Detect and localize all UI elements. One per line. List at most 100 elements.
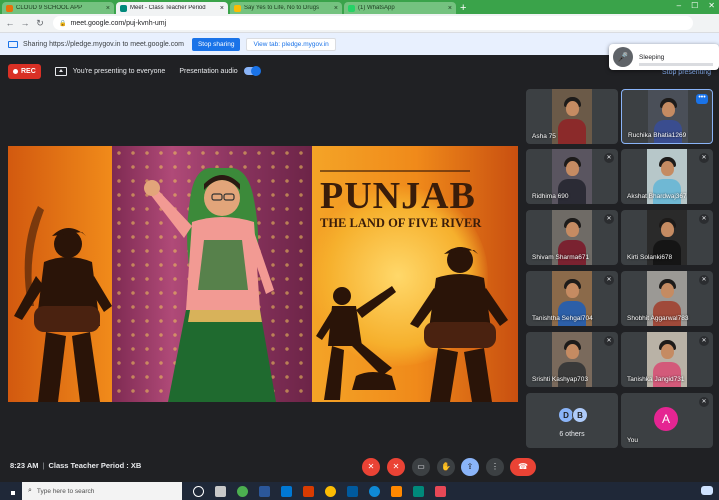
tab-close-icon[interactable]: × [448,5,452,12]
participant-face [661,161,674,176]
stop-presenting-button[interactable]: Stop presenting [662,69,711,76]
mic-toggle-button[interactable]: ✕ [362,458,380,476]
participant-tile[interactable]: ✕ Kirti Solanki678 [621,210,713,265]
tab-label: Meet - Class Teacher Period [130,5,206,11]
participant-tile[interactable]: ✕ Tanishtha Sehgal704 [526,271,618,326]
participant-face [662,102,675,117]
others-tile[interactable]: D B 6 others [526,393,618,448]
maximize-icon[interactable]: ☐ [691,0,698,12]
camera-toggle-button[interactable]: ✕ [387,458,405,476]
tile-options-icon[interactable]: ••• [696,94,708,104]
leave-call-button[interactable]: ☎ [510,458,536,476]
microphone-icon: 🎤 [613,47,633,67]
cortana-icon[interactable] [193,485,204,497]
presenting-text: You're presenting to everyone [72,67,166,75]
dhol-player-right-silhouette [410,247,508,402]
onedrive-icon[interactable] [701,486,713,495]
url-field[interactable]: 🔒 meet.google.com/puj-kvnh-umj [53,16,693,30]
participant-body [653,240,681,265]
participant-tile[interactable]: ••• Ruchika Bhatia1269 [621,89,713,144]
vlc-icon[interactable] [391,485,402,497]
mic-off-icon: ✕ [604,275,614,285]
close-window-icon[interactable]: ✕ [708,0,715,12]
browser-tab[interactable]: CLOUD 9 SCHOOL APP × [2,2,114,14]
photos-icon[interactable] [303,485,314,497]
view-tab-button[interactable]: View tab: pledge.mygov.in [246,37,336,51]
taskbar-search-box[interactable]: ⌕ Type here to search [22,482,182,500]
participant-body [558,301,586,326]
rec-label: REC [21,67,36,75]
tab-label: (1) WhatsApp [358,5,395,11]
new-tab-button[interactable]: + [460,2,466,14]
word-icon[interactable] [259,485,270,497]
sleep-status-text: Sleeping [639,53,665,61]
participant-tile[interactable]: ✕ Shivam Sharma671 [526,210,618,265]
participant-face [661,344,674,359]
browser-tab-strip: CLOUD 9 SCHOOL APP × Meet - Class Teacher … [0,0,719,14]
participant-face [566,101,579,116]
present-screen-icon [54,66,67,76]
participant-tile[interactable]: ✕ Shobhit Aggarwal783 [621,271,713,326]
browser-tab[interactable]: (1) WhatsApp × [344,2,456,14]
tab-close-icon[interactable]: × [334,5,338,12]
presentation-view: PUNJAB THE LAND OF FIVE RIVER [8,146,518,402]
sleep-status-widget[interactable]: 🎤 Sleeping [609,44,719,70]
chrome-icon-2[interactable] [325,485,336,497]
self-avatar: A [654,407,678,431]
presentation-audio-toggle[interactable] [243,66,261,76]
browser-tab[interactable]: Say Yes to Life, No to Drugs × [230,2,342,14]
presentation-title: PUNJAB [320,175,476,217]
participant-body [558,362,586,387]
reload-icon[interactable]: ↻ [34,18,46,29]
taskbar-apps [182,485,446,497]
presentation-subtitle: THE LAND OF FIVE RIVER [320,216,482,230]
meeting-info: 8:23 AM | Class Teacher Period : XB [10,461,141,470]
store-icon[interactable] [435,485,446,497]
present-now-button[interactable]: ⇪ [461,458,479,476]
meet-icon[interactable] [413,485,424,497]
url-text: meet.google.com/puj-kvnh-umj [70,19,167,27]
task-view-icon[interactable] [215,485,226,497]
minimize-icon[interactable]: – [677,0,681,12]
lock-icon: 🔒 [59,20,67,27]
participant-name: Kirti Solanki678 [627,254,673,261]
media-icon[interactable] [347,485,358,497]
chrome-icon[interactable] [237,485,248,497]
mic-off-icon: ✕ [604,153,614,163]
tab-close-icon[interactable]: × [220,5,224,12]
stop-sharing-button[interactable]: Stop sharing [191,37,241,51]
participant-tile[interactable]: ✕ Srishti Kashyap703 [526,332,618,387]
participant-name: Shobhit Aggarwal783 [627,315,689,322]
dancer-figure [144,167,276,402]
captions-button[interactable]: ▭ [412,458,430,476]
participant-tile[interactable]: Asha 75 [526,89,618,144]
others-avatars: D B [558,407,588,423]
meeting-controls-bar: 8:23 AM | Class Teacher Period : XB ✕ ✕ ▭ ✋ ⇪ ⋮… [0,452,719,482]
participant-face [566,222,579,237]
edge-icon[interactable] [369,485,380,497]
participant-tile[interactable]: ✕ Tanishka Jangid731 [621,332,713,387]
presentation-audio-label: Presentation audio [179,67,238,75]
start-button[interactable] [0,482,22,500]
more-options-button[interactable]: ⋮ [486,458,504,476]
participant-body [653,301,681,326]
forward-icon[interactable]: → [19,18,31,28]
tab-close-icon[interactable]: × [106,5,110,12]
address-bar: ← → ↻ 🔒 meet.google.com/puj-kvnh-umj [0,14,719,33]
participant-face [661,222,674,237]
raise-hand-button[interactable]: ✋ [437,458,455,476]
back-icon[interactable]: ← [4,18,16,28]
participant-body [558,240,586,265]
tab-favicon-icon [120,4,127,12]
mail-icon[interactable] [281,485,292,497]
participant-body [653,179,681,204]
recording-badge: REC [8,63,41,79]
participant-body [558,119,586,144]
others-count-label: 6 others [559,431,585,438]
participant-tile[interactable]: ✕ Akshat Bhardwaj367 [621,149,713,204]
participant-name: Ridhima 690 [532,193,569,200]
browser-tab[interactable]: Meet - Class Teacher Period × [116,2,228,14]
self-tile[interactable]: A ✕ You [621,393,713,448]
participant-tile[interactable]: ✕ Ridhima 690 [526,149,618,204]
mic-off-icon: ✕ [699,397,709,407]
